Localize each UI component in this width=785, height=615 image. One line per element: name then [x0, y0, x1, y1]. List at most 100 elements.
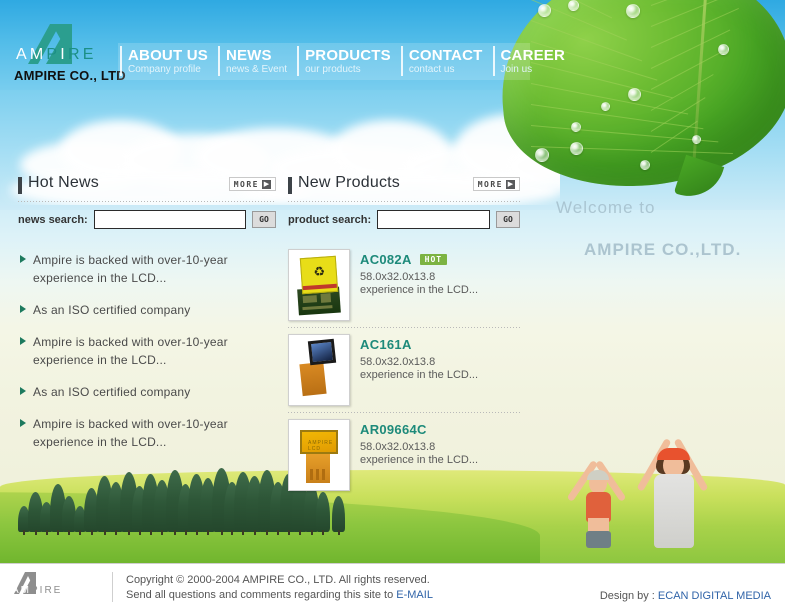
contact-prefix: Send all questions and comments regardin… — [126, 589, 397, 601]
news-item-text: Ampire is backed with over-10-year exper… — [33, 253, 228, 285]
page-root: AMPIRE AMPIRE CO., LTD ABOUT US Company … — [0, 0, 785, 615]
chevron-right-icon: ▶ — [262, 179, 271, 189]
footer-logo[interactable]: AMPIRE — [10, 572, 102, 602]
news-list-item[interactable]: As an ISO certified company — [18, 301, 276, 319]
bullet-triangle-icon — [20, 255, 26, 263]
copyright-line: Copyright © 2000-2004 AMPIRE CO., LTD. A… — [126, 574, 430, 586]
tree — [316, 492, 330, 535]
logo-subtitle: AMPIRE CO., LTD — [14, 68, 126, 83]
product-search-row: product search: GO — [288, 210, 520, 229]
bullet-triangle-icon — [20, 337, 26, 345]
news-item-text: Ampire is backed with over-10-year exper… — [33, 335, 228, 367]
news-item-text: Ampire is backed with over-10-year exper… — [33, 417, 228, 449]
news-list-item[interactable]: Ampire is backed with over-10-year exper… — [18, 333, 276, 369]
main-navigation: ABOUT US Company profile NEWS news & Eve… — [118, 43, 565, 80]
flex-cable — [299, 361, 327, 397]
product-description: experience in the LCD... — [360, 454, 479, 466]
product-list: ♻ AC082A HOT 58.0x32.0x13.8 experience in th… — [288, 243, 520, 497]
hot-news-title: Hot News — [28, 174, 99, 191]
product-name[interactable]: AC082A — [360, 252, 412, 267]
hot-news-header: Hot News MORE ▶ — [18, 174, 276, 198]
product-name[interactable]: AR09664C — [360, 422, 427, 437]
person-right — [626, 418, 722, 548]
site-header: AMPIRE AMPIRE CO., LTD ABOUT US Company … — [0, 0, 785, 96]
nav-item-career[interactable]: CAREER Join us — [491, 43, 574, 80]
section-accent-bar — [288, 177, 292, 194]
design-link[interactable]: ECAN DIGITAL MEDIA — [658, 590, 771, 602]
product-search-go-button[interactable]: GO — [496, 211, 520, 228]
bullet-triangle-icon — [20, 305, 26, 313]
product-dimensions: 58.0x32.0x13.8 — [360, 441, 436, 453]
nav-title: CAREER — [500, 46, 566, 64]
nav-subtitle: our products — [305, 63, 361, 75]
news-search-input[interactable] — [93, 210, 246, 229]
bullet-triangle-icon — [20, 387, 26, 395]
product-list-item[interactable]: AC161A 58.0x32.0x13.8 experience in the LC… — [288, 328, 520, 412]
product-search-label: product search: — [288, 213, 372, 226]
new-products-more-button[interactable]: MORE ▶ — [472, 177, 520, 191]
product-name[interactable]: AC161A — [360, 337, 412, 352]
lcd-screen: AMPIRE LCD — [300, 430, 338, 454]
nav-title: NEWS — [225, 46, 272, 64]
hot-badge: HOT — [419, 254, 448, 266]
lcd-screen: ♻ — [299, 255, 339, 295]
site-footer: AMPIRE Copyright © 2000-2004 AMPIRE CO.,… — [0, 564, 785, 615]
nav-subtitle: Join us — [500, 63, 533, 75]
people-photo — [540, 418, 740, 548]
news-search-row: news search: GO — [18, 210, 276, 229]
nav-title: ABOUT US — [128, 46, 208, 64]
nav-subtitle: Company profile — [128, 63, 201, 75]
product-thumbnail[interactable]: ♻ — [288, 249, 350, 321]
email-link[interactable]: E-MAIL — [396, 589, 433, 601]
product-dimensions: 58.0x32.0x13.8 — [360, 356, 436, 368]
nav-item-products[interactable]: PRODUCTS our products — [295, 43, 399, 80]
news-search-label: news search: — [18, 213, 88, 226]
product-description: experience in the LCD... — [360, 284, 479, 296]
news-list: Ampire is backed with over-10-year exper… — [18, 251, 276, 451]
new-products-title: New Products — [298, 174, 400, 191]
lcd-screen — [307, 338, 337, 366]
hot-news-panel: Hot News MORE ▶ news search: GO Ampire i… — [18, 174, 276, 465]
chevron-right-icon: ▶ — [506, 179, 515, 189]
product-thumbnail[interactable] — [288, 334, 350, 406]
nav-subtitle: news & Event — [225, 63, 288, 75]
footer-vertical-divider — [112, 572, 113, 602]
news-list-item[interactable]: Ampire is backed with over-10-year exper… — [18, 415, 276, 451]
product-search-input[interactable] — [377, 210, 490, 229]
news-item-text: As an ISO certified company — [33, 303, 191, 317]
tree — [332, 496, 345, 535]
footer-text: Copyright © 2000-2004 AMPIRE CO., LTD. A… — [126, 573, 433, 603]
nav-subtitle: contact us — [408, 63, 455, 75]
product-info: AC082A HOT 58.0x32.0x13.8 experience in the… — [360, 249, 478, 321]
bullet-triangle-icon — [20, 419, 26, 427]
nav-item-about-us[interactable]: ABOUT US Company profile — [118, 43, 216, 80]
product-thumbnail[interactable]: AMPIRE LCD — [288, 419, 350, 491]
new-products-header: New Products MORE ▶ — [288, 174, 520, 198]
nav-item-contact[interactable]: CONTACT contact us — [399, 43, 491, 80]
product-list-item[interactable]: AMPIRE LCD AR09664C 58.0x32.0x13.8 experien… — [288, 413, 520, 497]
news-list-item[interactable]: Ampire is backed with over-10-year exper… — [18, 251, 276, 287]
section-accent-bar — [18, 177, 22, 194]
more-label: MORE — [477, 179, 503, 189]
news-search-go-button[interactable]: GO — [252, 211, 276, 228]
logo-wordmark: AMPIRE — [16, 46, 97, 63]
nav-title: CONTACT — [408, 46, 483, 64]
divider — [288, 201, 520, 202]
news-item-text: As an ISO certified company — [33, 385, 191, 399]
product-dimensions: 58.0x32.0x13.8 — [360, 271, 436, 283]
design-prefix: Design by : — [599, 590, 658, 602]
product-list-item[interactable]: ♻ AC082A HOT 58.0x32.0x13.8 experience in th… — [288, 243, 520, 327]
hot-news-more-button[interactable]: MORE ▶ — [228, 177, 276, 191]
nav-item-news[interactable]: NEWS news & Event — [216, 43, 295, 80]
contact-line: Send all questions and comments regardin… — [126, 588, 433, 603]
new-products-panel: New Products MORE ▶ product search: GO ♻… — [288, 174, 520, 497]
site-logo[interactable]: AMPIRE AMPIRE CO., LTD — [10, 24, 126, 84]
news-list-item[interactable]: As an ISO certified company — [18, 383, 276, 401]
person-left — [562, 440, 636, 548]
product-description: experience in the LCD... — [360, 369, 479, 381]
flex-cable — [306, 453, 330, 483]
footer-logo-wordmark: AMPIRE — [12, 585, 63, 596]
more-label: MORE — [233, 179, 259, 189]
footer-design-credit: Design by : ECAN DIGITAL MEDIA — [600, 590, 771, 602]
nav-title: PRODUCTS — [305, 46, 391, 64]
